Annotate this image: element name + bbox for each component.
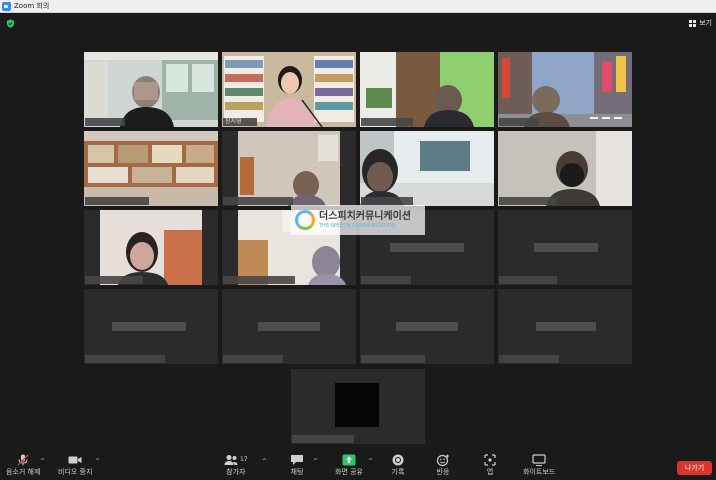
zoom-meeting-window: Zoom 회의 보기 장지영 더스피치커뮤니케이션 THE SPEECH COM…	[0, 0, 716, 480]
whiteboard-button[interactable]: 화이트보드	[523, 454, 555, 477]
name-plate	[361, 197, 413, 205]
video-options-caret-icon[interactable]: ^	[95, 458, 100, 465]
participant-tile[interactable]	[84, 131, 218, 206]
company-logo-icon	[295, 210, 315, 230]
participant-tile-video-off[interactable]	[84, 289, 218, 364]
participant-tile[interactable]	[84, 52, 218, 127]
active-speaker-name-plate: 장지영	[223, 118, 257, 126]
participant-tile-video-off[interactable]	[498, 210, 632, 285]
name-plate	[85, 197, 149, 205]
name-plate	[85, 118, 125, 126]
watermark-subtitle: THE SPEECH COMMUNICATION	[319, 222, 396, 229]
participant-video	[360, 131, 494, 206]
participant-name-placeholder	[536, 322, 596, 331]
participant-video	[84, 131, 218, 206]
window-title: Zoom 회의	[14, 1, 50, 10]
apps-label: 앱	[486, 468, 494, 476]
whiteboard-icon	[532, 454, 546, 466]
participant-name-placeholder	[112, 322, 186, 331]
apps-icon	[484, 454, 496, 466]
participant-video	[84, 52, 218, 127]
unmute-button[interactable]: 음소거 해제	[6, 454, 40, 477]
participant-name-placeholder	[534, 243, 598, 252]
share-screen-icon	[342, 454, 356, 466]
participant-tile-avatar[interactable]	[291, 369, 425, 444]
participants-icon	[224, 455, 238, 465]
chat-bubble-icon	[291, 455, 303, 465]
unmute-label: 음소거 해제	[6, 468, 41, 476]
name-plate	[499, 197, 557, 205]
participant-avatar	[335, 383, 379, 427]
smiley-plus-icon	[436, 454, 449, 466]
participant-tile[interactable]	[360, 52, 494, 127]
share-screen-button[interactable]: 화면 공유	[335, 454, 363, 477]
share-screen-label: 화면 공유	[335, 468, 363, 476]
security-shield-icon[interactable]	[6, 19, 15, 28]
participant-video	[84, 210, 218, 285]
meeting-controls-toolbar: 음소거 해제 ^ 비디오 중지 ^ 17 참가자 ^ 채팅 ^ 화면 공유 ^ …	[0, 450, 716, 480]
stop-video-label: 비디오 중지	[58, 468, 93, 476]
name-plate	[361, 118, 413, 126]
participant-tile-video-off[interactable]	[498, 289, 632, 364]
share-options-caret-icon[interactable]: ^	[368, 458, 373, 465]
chat-label: 채팅	[290, 468, 304, 476]
record-button[interactable]: 기록	[391, 454, 405, 477]
participant-tile[interactable]	[84, 210, 218, 285]
zoom-logo-icon	[2, 1, 11, 11]
microphone-muted-icon	[17, 454, 29, 466]
participant-video	[222, 131, 356, 206]
watermark-title: 더스피치커뮤니케이션	[319, 210, 411, 222]
name-plate	[223, 355, 283, 363]
company-watermark: 더스피치커뮤니케이션 THE SPEECH COMMUNICATION	[291, 205, 425, 235]
audio-options-caret-icon[interactable]: ^	[40, 458, 45, 465]
stop-video-button[interactable]: 비디오 중지	[58, 454, 92, 477]
title-bar: Zoom 회의	[0, 0, 716, 13]
gallery-grid-icon	[689, 19, 697, 27]
apps-button[interactable]: 앱	[483, 454, 497, 477]
chat-options-caret-icon[interactable]: ^	[313, 458, 318, 465]
participant-video	[360, 52, 494, 127]
name-plate	[361, 355, 425, 363]
name-plate	[499, 118, 539, 126]
name-plate	[292, 435, 354, 443]
participant-tile[interactable]	[360, 131, 494, 206]
participants-options-caret-icon[interactable]: ^	[262, 458, 267, 465]
record-icon	[392, 454, 404, 466]
participant-tile-video-off[interactable]	[360, 289, 494, 364]
participant-tile[interactable]	[222, 131, 356, 206]
name-plate	[223, 197, 293, 205]
participant-video	[498, 131, 632, 206]
participant-tile[interactable]: 장지영	[222, 52, 356, 127]
participants-count: 17	[240, 455, 248, 463]
name-plate	[223, 276, 295, 284]
reactions-label: 반응	[436, 468, 450, 476]
name-plate	[361, 276, 411, 284]
view-label: 보기	[699, 19, 712, 27]
name-plate	[85, 355, 165, 363]
whiteboard-label: 화이트보드	[523, 468, 556, 476]
participant-name: 장지영	[225, 118, 242, 125]
participant-tile[interactable]	[498, 131, 632, 206]
view-button[interactable]: 보기	[689, 17, 712, 29]
participant-tile-highlighted[interactable]	[498, 52, 632, 127]
participant-tile-video-off[interactable]	[222, 289, 356, 364]
reactions-button[interactable]: 반응	[436, 454, 450, 477]
participant-name-placeholder	[390, 243, 464, 252]
name-plate	[85, 276, 143, 284]
name-plate	[499, 276, 557, 284]
participant-video	[222, 52, 356, 127]
name-plate	[499, 355, 559, 363]
participant-name-placeholder	[396, 322, 458, 331]
participants-button[interactable]: 17 참가자	[224, 454, 248, 477]
participant-video-virtual-background	[498, 52, 632, 127]
participants-label: 참가자	[226, 468, 246, 476]
participant-name-placeholder	[258, 322, 320, 331]
chat-button[interactable]: 채팅	[290, 454, 304, 477]
leave-meeting-button[interactable]: 나가기	[677, 461, 712, 475]
video-camera-icon	[68, 456, 82, 464]
record-label: 기록	[391, 468, 405, 476]
